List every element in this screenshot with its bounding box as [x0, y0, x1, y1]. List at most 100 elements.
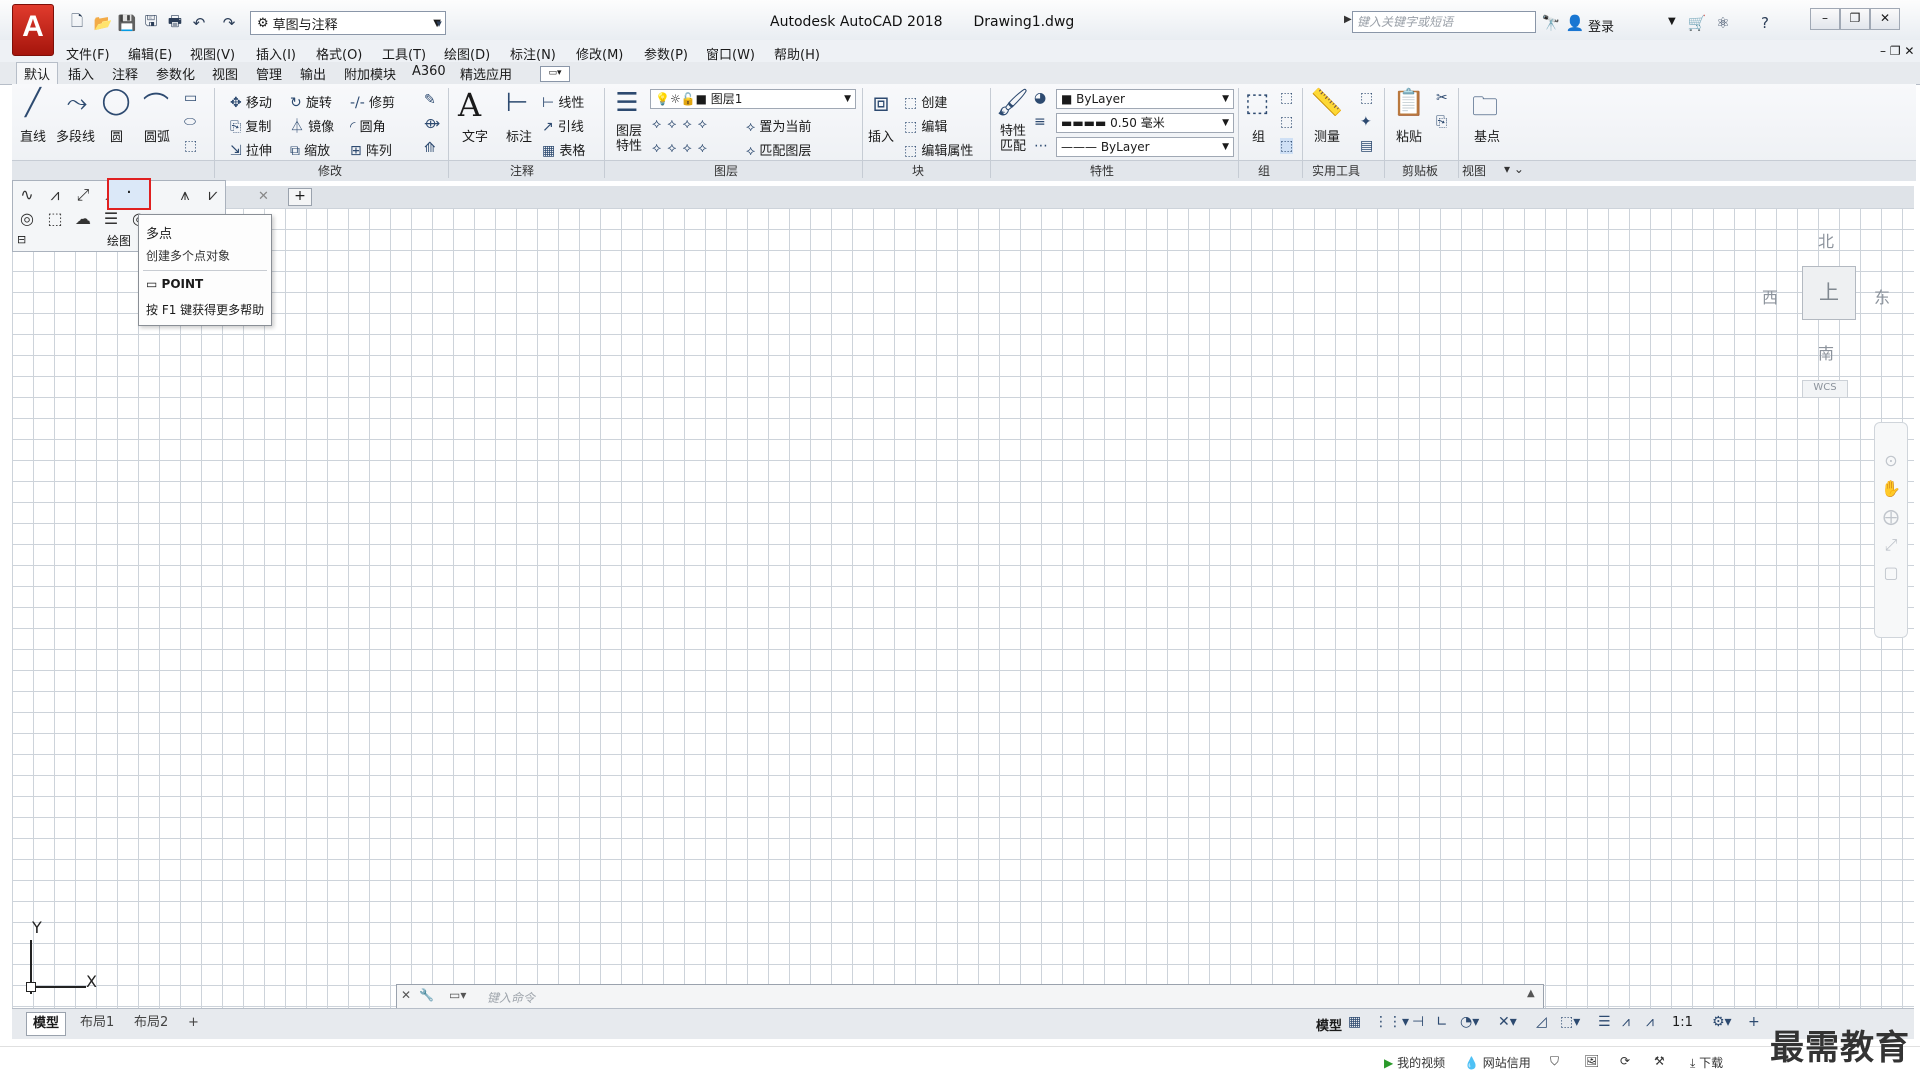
cut-icon[interactable]: ✂: [1436, 90, 1448, 106]
offset-icon[interactable]: ⟴: [424, 116, 440, 132]
modify-panel-title[interactable]: 修改: [318, 162, 342, 179]
pin-icon[interactable]: ⊟: [17, 233, 26, 246]
calculator-icon[interactable]: ▤: [1360, 138, 1373, 154]
tab-addins[interactable]: 附加模块: [344, 64, 396, 83]
group-select-icon[interactable]: ⬚: [1280, 138, 1294, 154]
multiple-points-button[interactable]: ·: [107, 178, 151, 210]
point-style-icon[interactable]: ✦: [1360, 114, 1372, 130]
tab-annotate[interactable]: 注释: [112, 64, 138, 83]
viewcube-east[interactable]: 东: [1874, 284, 1890, 308]
chevron-up-icon[interactable]: ▲: [1527, 988, 1535, 999]
viewcube-west[interactable]: 西: [1762, 284, 1778, 308]
annotation-visibility-icon[interactable]: ⩘: [1622, 1014, 1630, 1030]
spline-fit-icon[interactable]: ∿: [17, 185, 37, 205]
help-icon[interactable]: ?: [1754, 12, 1776, 34]
cart-icon[interactable]: 🛒: [1686, 12, 1708, 34]
match-layer-button[interactable]: ⟡ 匹配图层: [746, 140, 811, 159]
erase-icon[interactable]: ✎: [424, 92, 436, 108]
array-button[interactable]: ⊞ 阵列: [350, 140, 392, 159]
viewcube-south[interactable]: 南: [1818, 340, 1834, 364]
viewcube[interactable]: 上: [1802, 266, 1856, 320]
lineweight-toggle-icon[interactable]: ☰: [1598, 1014, 1611, 1030]
panel-expand-icon[interactable]: ▾ ⌄: [1504, 162, 1524, 176]
save-icon[interactable]: 💾: [116, 12, 138, 34]
customize-toolbar-icon[interactable]: ▾: [428, 12, 450, 34]
settings-icon[interactable]: ⚙▾: [1712, 1014, 1732, 1030]
paste-button[interactable]: 粘贴: [1396, 126, 1422, 145]
menu-view[interactable]: 视图(V): [190, 44, 235, 63]
image-icon[interactable]: 🖼: [1584, 1054, 1599, 1068]
print-icon[interactable]: 🖶: [164, 12, 186, 34]
application-menu-button[interactable]: A: [12, 4, 54, 56]
layer-properties-icon[interactable]: ☰: [610, 88, 644, 118]
clipboard-panel-title[interactable]: 剪贴板: [1402, 162, 1438, 179]
lineweight-dropdown[interactable]: ▬▬▬▬ 0.50 毫米 ▼: [1056, 113, 1234, 133]
viewcube-north[interactable]: 北: [1818, 228, 1834, 252]
match-properties-icon[interactable]: 🖌: [996, 88, 1029, 118]
wrench-icon[interactable]: 🔧: [419, 988, 434, 1002]
menu-dimension[interactable]: 标注(N): [510, 44, 556, 63]
layers-panel-title[interactable]: 图层: [714, 162, 738, 179]
dimension-button[interactable]: 标注: [506, 126, 532, 145]
tab-layout1[interactable]: 布局1: [74, 1012, 120, 1034]
add-layout-button[interactable]: +: [182, 1012, 205, 1034]
color-dropdown[interactable]: ■ ByLayer ▼: [1056, 89, 1234, 109]
layer-tools-icons-2[interactable]: ⟡⟡⟡⟡: [652, 140, 713, 156]
minimize-button[interactable]: –: [1810, 8, 1840, 30]
refresh-icon[interactable]: ⟳: [1620, 1054, 1630, 1068]
model-space-toggle[interactable]: 模型: [1316, 1015, 1342, 1034]
new-tab-button[interactable]: +: [288, 188, 312, 206]
menu-insert[interactable]: 插入(I): [256, 44, 296, 63]
scale-button[interactable]: ⧉ 缩放: [290, 140, 330, 159]
menu-format[interactable]: 格式(O): [316, 44, 362, 63]
ortho-icon[interactable]: ∟: [1436, 1014, 1448, 1030]
polyline-icon[interactable]: ⤳: [60, 88, 94, 119]
layer-properties-button[interactable]: 图层特性: [616, 124, 644, 154]
group-button[interactable]: 组: [1252, 126, 1265, 145]
user-icon[interactable]: 👤: [1564, 12, 1586, 34]
menu-parametric[interactable]: 参数(P): [644, 44, 688, 63]
hatch-icon[interactable]: ⬭: [184, 114, 196, 130]
osnap-menu-icon[interactable]: ⬚▾: [1560, 1014, 1580, 1030]
group-edit-icon[interactable]: ⬚: [1280, 114, 1293, 130]
insert-block-icon[interactable]: ⧈: [864, 88, 898, 119]
arc-button[interactable]: 圆弧: [144, 126, 170, 145]
dimension-icon[interactable]: ⊢: [500, 88, 534, 118]
menu-window[interactable]: 窗口(W): [706, 44, 755, 63]
linetype-icon[interactable]: ⋯: [1034, 138, 1048, 154]
redo-icon[interactable]: ↷: [218, 12, 240, 34]
tab-model[interactable]: 模型: [26, 1012, 67, 1036]
close-icon[interactable]: ✕: [401, 988, 411, 1002]
chevron-down-icon[interactable]: ▼: [1668, 16, 1676, 27]
tab-a360[interactable]: A360: [412, 64, 446, 79]
menu-modify[interactable]: 修改(M): [576, 44, 623, 63]
annotation-scale-icon[interactable]: ⩘: [1646, 1014, 1654, 1030]
circle-icon[interactable]: ◯: [100, 86, 132, 116]
rotate-button[interactable]: ↻ 旋转: [290, 92, 332, 111]
text-button[interactable]: 文字: [462, 126, 488, 145]
measure-point-icon[interactable]: ⩗: [203, 185, 223, 205]
tool-icon[interactable]: ⚒: [1654, 1054, 1665, 1068]
recent-commands-icon[interactable]: ▭▾: [449, 988, 466, 1002]
line-button[interactable]: 直线: [20, 126, 46, 145]
explode-icon[interactable]: ⟰: [424, 140, 436, 156]
measure-button[interactable]: 测量: [1314, 126, 1340, 145]
group-icon[interactable]: ⬚: [1242, 88, 1272, 118]
drawing-canvas[interactable]: [12, 208, 1914, 1008]
edit-attribute-button[interactable]: ⬚ 编辑属性: [904, 140, 973, 159]
tab-parametric[interactable]: 参数化: [156, 64, 195, 83]
exchange-icon[interactable]: ⚛: [1712, 12, 1734, 34]
snap-icon[interactable]: ⋮⋮▾: [1374, 1014, 1409, 1030]
close-button[interactable]: ✕: [1870, 8, 1900, 30]
base-view-button[interactable]: 基点: [1474, 126, 1500, 145]
polyline-button[interactable]: 多段线: [56, 126, 95, 145]
new-file-icon[interactable]: 🗋: [66, 12, 88, 34]
copy-button[interactable]: ⎘ 复制: [230, 116, 271, 135]
wcs-menu[interactable]: WCS: [1802, 380, 1848, 398]
save-as-icon[interactable]: 🖫: [140, 12, 162, 34]
menu-edit[interactable]: 编辑(E): [128, 44, 172, 63]
lineweight-icon[interactable]: ≡: [1034, 114, 1046, 130]
linear-button[interactable]: ⊢ 线性: [542, 92, 584, 111]
tab-featured-apps[interactable]: 精选应用: [460, 64, 512, 83]
shield-icon[interactable]: ⛉: [1550, 1054, 1559, 1069]
